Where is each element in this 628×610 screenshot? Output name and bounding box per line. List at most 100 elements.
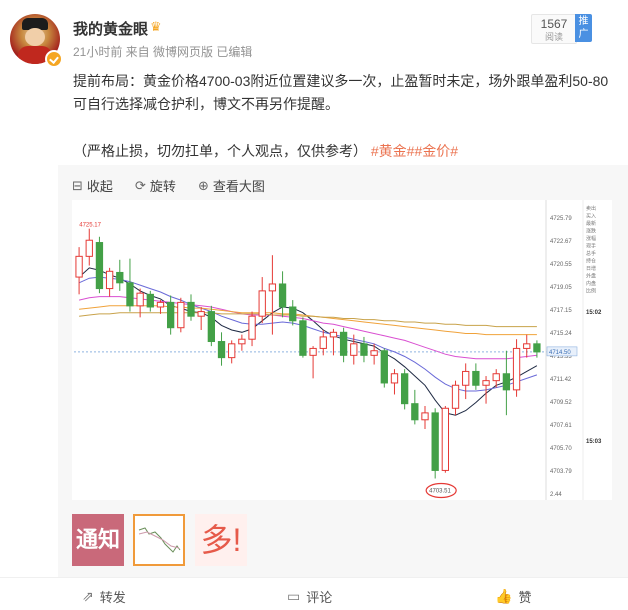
crown-icon: ♛ [150, 19, 162, 34]
candle-body [339, 331, 348, 356]
candle-body [207, 311, 216, 343]
verified-badge-icon [45, 50, 63, 68]
comment-icon: ▭ [287, 588, 301, 604]
side-panel-label: 持仓 [586, 258, 596, 265]
candle-body [380, 350, 388, 384]
candle-body [166, 301, 175, 329]
price-axis-tick: 4720.55 [550, 262, 572, 268]
price-axis-tick: 4717.15 [550, 308, 572, 314]
post-meta: 21小时前 来自 微博网页版 已编辑 [73, 45, 253, 59]
candle-body [319, 336, 327, 349]
candle-body [431, 412, 439, 471]
view-large-label: 查看大图 [212, 179, 265, 194]
candle-body [136, 292, 144, 307]
side-panel-label: 现手 [586, 243, 596, 250]
candle-body [370, 350, 378, 356]
price-axis-tick: 4719.05 [550, 285, 572, 291]
price-axis-tick: 2.44 [550, 492, 562, 498]
price-axis-tick: 4709.52 [550, 400, 572, 406]
candle-body [472, 370, 480, 386]
low-marker-label: 4703.51 [429, 488, 451, 494]
candle-body [75, 255, 83, 278]
candle-body [462, 370, 470, 386]
price-axis-tick: 4715.24 [550, 331, 572, 337]
candle-body [451, 384, 460, 409]
candle-body [400, 373, 409, 405]
thumbnail-notice[interactable]: 通知 [72, 514, 124, 566]
candle-body [289, 306, 297, 322]
candle-body [329, 331, 338, 338]
side-panel-label: 外盘 [586, 273, 596, 280]
collapse-button[interactable]: ⊟ 收起 [72, 176, 113, 195]
candle-body [95, 242, 104, 290]
candle-body [126, 282, 134, 307]
forward-button[interactable]: ⇗ 转发 [82, 587, 126, 606]
price-axis-tick: 4705.70 [550, 446, 572, 452]
price-axis-tick: 4711.42 [550, 377, 572, 383]
collapse-icon: ⊟ [72, 177, 83, 193]
candle-body [187, 301, 195, 317]
side-panel-label: 涨幅 [586, 235, 596, 242]
ma-line-0 [78, 267, 538, 416]
candle-body [502, 373, 511, 391]
rotate-button[interactable]: ⟳ 旋转 [135, 176, 176, 195]
view-large-button[interactable]: ⊕ 查看大图 [198, 176, 265, 195]
side-panel-label: 涨跌 [586, 228, 596, 235]
candle-body [299, 320, 307, 356]
candle-body [238, 338, 246, 345]
candle-body [360, 343, 368, 356]
like-label: 赞 [518, 590, 532, 605]
like-button[interactable]: 👍 赞 [495, 587, 531, 606]
candle-body [278, 283, 287, 308]
candle-body [512, 347, 521, 391]
candle-body [177, 301, 185, 329]
candle-body [411, 403, 419, 421]
candlestick-chart: 4725.17 4703.51 4725.79 4722.67 4720.55 4719.… [74, 200, 602, 500]
side-panel-label: 内盘 [586, 280, 596, 287]
side-panel-label: 最新 [586, 220, 596, 227]
candle-body [492, 373, 500, 382]
post-tags[interactable]: #黄金##金价# [371, 143, 458, 159]
candle-body [441, 407, 450, 471]
price-axis-tick: 4703.79 [550, 469, 572, 475]
current-price-label: 4714.50 [549, 350, 571, 356]
candle-body [248, 315, 256, 340]
side-panel-label: 比例 [586, 288, 596, 295]
side-panel-label: 买入 [586, 213, 596, 220]
forward-icon: ⇗ [82, 588, 94, 604]
post-disclaimer-line: （严格止损，切勿扛单，个人观点，仅供参考） #黄金##金价# [73, 141, 458, 161]
price-axis-tick: 4707.61 [550, 423, 572, 429]
side-panel-time: 15:02 [586, 310, 602, 316]
candle-body [268, 283, 277, 292]
candle-body [85, 239, 93, 257]
comment-button[interactable]: ▭ 评论 [287, 587, 332, 606]
post-body: 提前布局：黄金价格4700-03附近位置建议多一次，止盈暂时未定，场外跟单盈利5… [73, 73, 609, 112]
side-panel-label: 卖出 [586, 205, 596, 212]
comment-label: 评论 [306, 590, 333, 605]
price-axis-tick: 4725.79 [550, 216, 572, 222]
rotate-icon: ⟳ [135, 177, 146, 193]
read-count-box: 1567 阅读 [531, 14, 577, 44]
side-panel-time: 15:03 [586, 439, 602, 445]
candle-body [105, 270, 114, 290]
high-marker-label: 4725.17 [79, 223, 101, 229]
candle-body [197, 311, 205, 317]
candle-body [217, 341, 226, 359]
candle-body [350, 343, 358, 356]
candle-body [228, 343, 236, 359]
promote-button[interactable]: 推广 [575, 14, 592, 42]
candle-body [309, 347, 317, 356]
candle-body [156, 301, 165, 308]
chart-image[interactable]: 4725.17 4703.51 4725.79 4722.67 4720.55 4719.… [72, 200, 612, 500]
side-panel-label: 总手 [586, 250, 596, 257]
candle-body [482, 380, 490, 386]
username[interactable]: 我的黄金眼 [73, 18, 148, 39]
thumbnail-buy[interactable]: 多! [195, 514, 247, 566]
candle-body [533, 343, 541, 353]
read-label: 阅读 [544, 32, 563, 42]
thumbnail-chart-mini [138, 527, 181, 553]
candle-body [390, 373, 399, 384]
like-icon: 👍 [495, 588, 513, 604]
candle-body [421, 412, 429, 421]
thumbnail-chart[interactable] [133, 514, 185, 566]
